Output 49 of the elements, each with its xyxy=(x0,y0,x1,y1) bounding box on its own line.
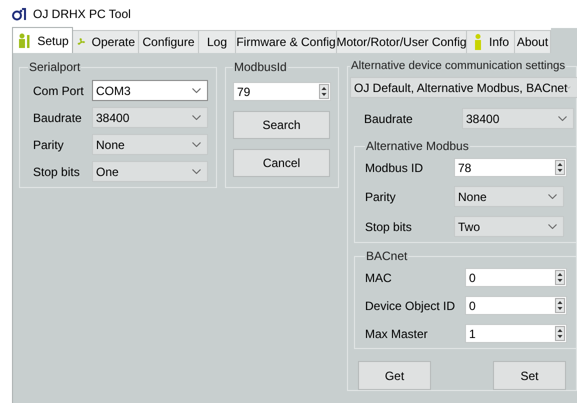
group-title: Alternative device communication settings xyxy=(350,59,566,74)
field-label: Stop bits xyxy=(33,164,81,180)
button[interactable]: Get xyxy=(358,361,431,390)
group-title: ModbusId xyxy=(233,59,288,76)
group-title: Alternative Modbus xyxy=(365,138,470,156)
field-label: Com Port xyxy=(33,82,85,100)
worker-icon xyxy=(16,32,32,48)
field-label: Parity xyxy=(33,136,65,154)
tab[interactable]: Info xyxy=(467,30,515,53)
tab[interactable]: Motor/Rotor/User Config xyxy=(337,30,467,53)
number-field[interactable]: 78 xyxy=(454,158,567,178)
tab[interactable]: Operate xyxy=(73,30,139,53)
tab[interactable]: Configure xyxy=(139,30,199,53)
field-label: Baudrate xyxy=(364,110,414,128)
chevron-down-icon xyxy=(558,116,567,122)
field-label: Max Master xyxy=(365,326,429,343)
field-label: Baudrate xyxy=(33,110,83,126)
spinner-icon[interactable] xyxy=(555,160,565,176)
app-logo-icon xyxy=(12,8,28,20)
spinner-icon[interactable] xyxy=(555,298,565,314)
button[interactable]: Cancel xyxy=(233,149,330,177)
number-field[interactable]: 1 xyxy=(465,324,567,344)
tab[interactable]: About xyxy=(515,30,551,53)
dropdown[interactable]: COM3 xyxy=(92,80,208,101)
window-title: OJ DRHX PC Tool xyxy=(33,6,131,23)
spinner-icon[interactable] xyxy=(319,84,329,99)
chevron-down-icon xyxy=(192,115,201,120)
field-label: Stop bits xyxy=(365,218,413,236)
spinner-icon[interactable] xyxy=(555,326,565,342)
chevron-down-icon xyxy=(192,88,201,93)
button[interactable]: Set xyxy=(493,361,566,390)
group-title: Serialport xyxy=(28,59,82,76)
field-label: Device Object ID xyxy=(365,298,456,315)
button[interactable]: Search xyxy=(233,111,330,139)
field-label: Parity xyxy=(365,188,397,206)
tab[interactable]: Setup xyxy=(12,27,73,53)
chevron-down-icon xyxy=(548,194,557,200)
chevron-down-icon xyxy=(192,169,201,174)
chevron-down-icon xyxy=(192,142,201,147)
field-label: Modbus ID xyxy=(365,160,424,177)
spinner-icon[interactable] xyxy=(555,270,565,286)
field-label: MAC xyxy=(365,270,393,287)
group-title: BACnet xyxy=(365,248,408,266)
chevron-down-icon xyxy=(548,224,557,230)
tab[interactable]: Firmware & Config xyxy=(236,30,337,53)
number-field[interactable]: 0 xyxy=(465,268,567,288)
tab[interactable]: Log xyxy=(199,30,236,53)
number-field[interactable]: 0 xyxy=(465,296,567,316)
number-field[interactable]: 79 xyxy=(233,82,331,101)
